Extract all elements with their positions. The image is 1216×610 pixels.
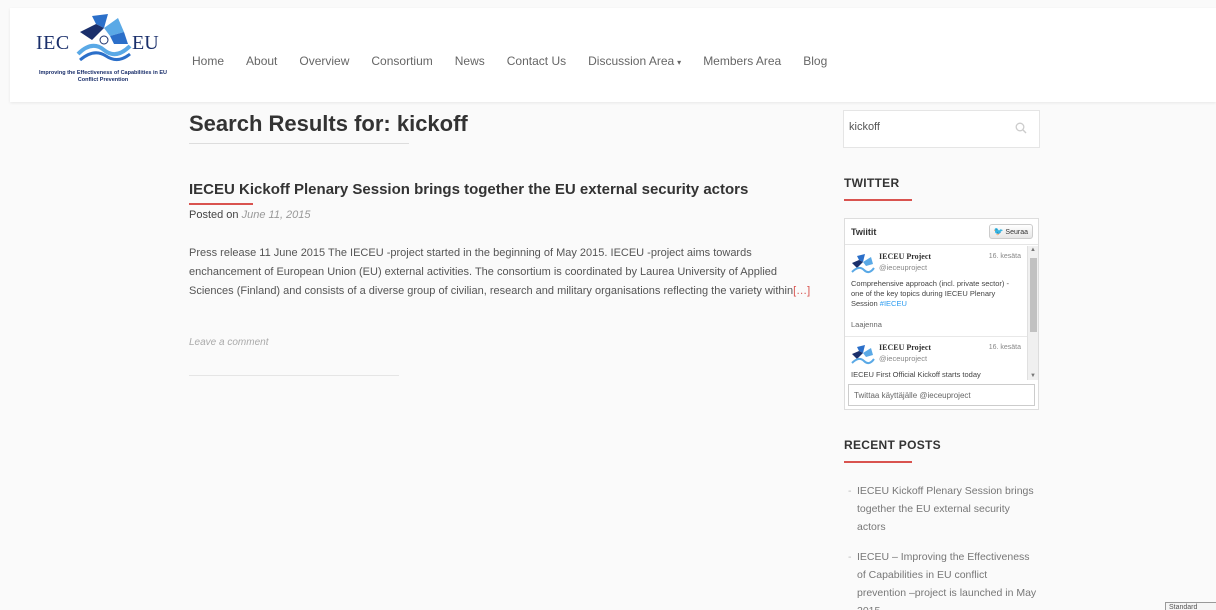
site-header: IEC EU Improving the Effectiveness of Ca… (10, 8, 1216, 102)
tweet-hashtag-link[interactable]: #IECEU (880, 299, 907, 308)
title-divider (189, 143, 409, 144)
logo-text-left: IEC (36, 32, 70, 54)
nav-consortium[interactable]: Consortium (371, 54, 432, 68)
tweet-author-handle[interactable]: @ieceuproject (879, 354, 927, 363)
posted-on-label: Posted on (189, 209, 239, 221)
twitter-widget-title: TWITTER (844, 176, 900, 190)
recent-posts-title: RECENT POSTS (844, 438, 941, 452)
leave-comment-link[interactable]: Leave a comment (189, 337, 269, 348)
main-nav: Home About Overview Consortium News Cont… (192, 54, 849, 68)
nav-news[interactable]: News (455, 54, 485, 68)
search-form (843, 110, 1040, 148)
post-date-link[interactable]: June 11, 2015 (242, 209, 311, 221)
tweet-text: IECEU First Official Kickoff starts toda… (851, 370, 981, 379)
search-input[interactable] (849, 121, 999, 133)
corner-badge: Standard (1165, 602, 1216, 610)
recent-post-item[interactable]: IECEU – Improving the Effectiveness of C… (848, 548, 1038, 610)
tweet-date[interactable]: 16. kesäta (989, 253, 1021, 260)
post-title-link[interactable]: IECEU Kickoff Plenary Session brings tog… (189, 181, 748, 198)
nav-discussion-area-label: Discussion Area (588, 54, 675, 68)
logo-text-right: EU (132, 32, 159, 54)
twitter-timeline-label: Twiitit (851, 227, 877, 237)
nav-home[interactable]: Home (192, 54, 224, 68)
post-meta: Posted on June 11, 2015 (189, 209, 311, 221)
nav-discussion-area[interactable]: Discussion Area ▾ (588, 54, 681, 68)
avatar[interactable] (851, 345, 875, 367)
recent-post-item[interactable]: IECEU Kickoff Plenary Session brings tog… (848, 482, 1038, 536)
twitter-timeline-header: Twiitit 🐦 Seuraa (845, 219, 1038, 245)
recent-posts-list: IECEU Kickoff Plenary Session brings tog… (848, 482, 1038, 610)
scrollbar-thumb[interactable] (1030, 258, 1037, 332)
twitter-timeline: Twiitit 🐦 Seuraa IECEU Project @ieceupro… (844, 218, 1039, 410)
page-title: Search Results for: kickoff (189, 111, 468, 136)
nav-contact-us[interactable]: Contact Us (507, 54, 566, 68)
chevron-down-icon: ▾ (677, 58, 682, 67)
twitter-timeline-scrollbar[interactable]: ▲ ▼ (1027, 246, 1038, 380)
twitter-follow-label: Seuraa (1005, 229, 1028, 236)
avatar[interactable] (851, 254, 875, 276)
logo-emblem-icon (76, 14, 132, 62)
twitter-bird-icon: 🐦 (993, 227, 1004, 236)
tweet-text: Comprehensive approach (incl. private se… (851, 279, 1021, 309)
twitter-title-underline (844, 199, 912, 201)
post-excerpt-text: Press release 11 June 2015 The IECEU -pr… (189, 247, 794, 297)
tweet-date[interactable]: 16. kesäta (989, 344, 1021, 351)
scroll-up-icon[interactable]: ▲ (1030, 247, 1036, 253)
twitter-follow-button[interactable]: 🐦 Seuraa (988, 224, 1033, 239)
post-title-underline (189, 203, 253, 205)
logo-tagline: Improving the Effectiveness of Capabilit… (38, 70, 168, 83)
tweet-text-body: Comprehensive approach (incl. private se… (851, 279, 1009, 308)
nav-overview[interactable]: Overview (299, 54, 349, 68)
tweet-author-name[interactable]: IECEU Project (879, 252, 931, 261)
tweet-expand-link[interactable]: Laajenna (851, 320, 882, 329)
tweet-compose-field[interactable]: Twittaa käyttäjälle @ieceuproject (848, 384, 1035, 406)
recent-posts-title-underline (844, 461, 912, 463)
tweet-item[interactable]: IECEU Project @ieceuproject 16. kesäta I… (845, 337, 1027, 381)
post-divider (189, 375, 399, 376)
tweet-item[interactable]: IECEU Project @ieceuproject 16. kesäta C… (845, 246, 1027, 336)
site-logo[interactable]: IEC EU Improving the Effectiveness of Ca… (36, 14, 167, 90)
scroll-down-icon[interactable]: ▼ (1030, 373, 1036, 379)
tweet-compose-placeholder: Twittaa käyttäjälle @ieceuproject (854, 391, 971, 400)
post-excerpt: Press release 11 June 2015 The IECEU -pr… (189, 244, 819, 301)
nav-members-area[interactable]: Members Area (703, 54, 781, 68)
tweet-author-name[interactable]: IECEU Project (879, 343, 931, 352)
tweet-author-handle[interactable]: @ieceuproject (879, 263, 927, 272)
nav-about[interactable]: About (246, 54, 277, 68)
read-more-link[interactable]: […] (793, 285, 810, 297)
nav-blog[interactable]: Blog (803, 54, 827, 68)
search-icon[interactable] (1015, 122, 1027, 134)
